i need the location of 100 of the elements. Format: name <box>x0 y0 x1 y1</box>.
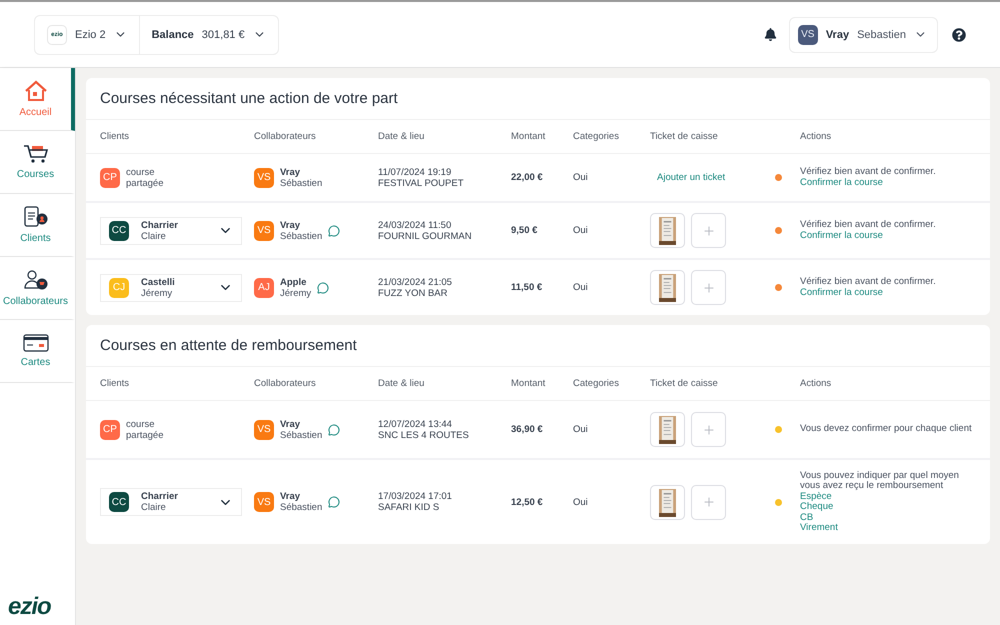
plus-icon <box>702 495 716 509</box>
ticket-thumbnail[interactable] <box>650 412 685 447</box>
categories-text: Oui <box>573 496 588 508</box>
date-text: 11/07/2024 19:19 <box>378 166 452 178</box>
person-cart-icon <box>22 269 48 291</box>
ticket-thumbnail[interactable] <box>650 484 685 520</box>
categories-text: Oui <box>573 172 588 183</box>
client-name: Charrier <box>141 220 179 230</box>
column-header: Categories <box>573 378 620 389</box>
date-text: 12/07/2024 13:44 <box>378 418 453 430</box>
client-select[interactable]: CC Charrier Claire <box>100 216 242 244</box>
date-text: 24/03/2024 11:50 <box>378 220 452 230</box>
help-icon[interactable] <box>952 28 966 42</box>
collaborator-avatar: VS <box>254 492 274 512</box>
amount-text: 36,90 € <box>511 424 543 435</box>
collaborator-first-name: Sébastien <box>280 178 322 188</box>
client-select[interactable]: CJ Castelli Jéremy <box>100 274 242 302</box>
ticket-thumbnail[interactable] <box>650 213 685 248</box>
column-header: Collaborateurs <box>254 378 317 389</box>
column-header: Ticket de caisse <box>650 378 719 389</box>
client-select[interactable]: CC Charrier Claire <box>100 488 242 516</box>
clipboard-person-icon <box>22 206 48 228</box>
column-header: Categories <box>573 131 620 142</box>
action-text: Vérifiez bien avant de confirmer. <box>800 220 937 230</box>
comment-icon[interactable] <box>328 496 340 508</box>
plus-icon <box>702 280 716 294</box>
place-text: SAFARI KID S <box>378 502 440 513</box>
client-first-name: Claire <box>141 230 167 242</box>
collaborator-name: Apple <box>280 276 308 288</box>
plus-icon <box>702 422 716 436</box>
client-avatar: CP <box>100 168 120 188</box>
action-link[interactable]: Confirmer la course <box>800 178 976 188</box>
sidebar-item[interactable]: Courses <box>0 131 75 194</box>
action-link[interactable]: Confirmer la course <box>800 230 976 241</box>
amount-text: 12,50 € <box>511 496 543 508</box>
collaborator-avatar: VS <box>254 420 274 440</box>
plus-icon <box>702 224 716 238</box>
comment-icon[interactable] <box>328 424 340 436</box>
client-avatar: CJ <box>109 278 129 298</box>
house-icon <box>24 80 48 102</box>
collaborator-name: Vray <box>280 491 302 502</box>
sidebar-item[interactable]: Accueil <box>0 68 75 131</box>
collaborator-first-name: Sébastien <box>280 430 322 440</box>
sidebar-item[interactable]: Cartes <box>0 320 75 383</box>
categories-text: Oui <box>573 282 588 293</box>
client-avatar: CC <box>109 220 129 240</box>
collaborator-name: Vray <box>280 220 302 230</box>
column-header: Clients <box>100 131 130 142</box>
action-link[interactable]: CB <box>800 512 976 523</box>
column-header: Date & lieu <box>378 131 426 142</box>
categories-text: Oui <box>573 225 588 236</box>
sidebar-item[interactable]: Collaborateurs <box>0 257 75 320</box>
credit-card-icon <box>22 334 48 352</box>
column-header: Collaborateurs <box>254 131 317 142</box>
client-name: Charrier <box>141 491 179 502</box>
client-avatar: CP <box>100 420 120 440</box>
action-link[interactable]: Virement <box>800 523 976 534</box>
action-text: Vous devez confirmer pour chaque client <box>800 424 973 435</box>
collaborator-first-name: Jéremy <box>280 288 312 298</box>
client-label: course partagée <box>126 166 164 188</box>
collaborator-name: Vray <box>280 166 302 178</box>
place-text: FOURNIL GOURMAN <box>378 230 472 242</box>
add-ticket-link[interactable]: Ajouter un ticket <box>657 172 726 183</box>
action-text: Vérifiez bien avant de confirmer. <box>800 277 937 288</box>
column-header: Actions <box>800 131 832 142</box>
client-label: course partagée <box>126 418 164 440</box>
sidebar-item[interactable]: Clients <box>0 194 75 257</box>
column-header: Actions <box>800 378 832 389</box>
action-link[interactable]: Espèce <box>800 492 976 502</box>
notification-bell-icon[interactable] <box>764 28 777 41</box>
client-name: Castelli <box>141 276 176 288</box>
collaborator-avatar: AJ <box>254 278 274 298</box>
collaborator-first-name: Sébastien <box>280 502 322 513</box>
client-avatar: CC <box>109 492 129 512</box>
categories-text: Oui <box>573 424 588 435</box>
cart-icon <box>22 144 48 164</box>
action-link[interactable]: Cheque <box>800 502 976 512</box>
collaborator-avatar: VS <box>254 220 274 240</box>
app-logo: ezio <box>7 593 52 622</box>
action-text: Vous pouvez indiquer par quel moyen vous avez reçu le remboursement <box>800 470 960 492</box>
place-text: FESTIVAL POUPET <box>378 178 464 188</box>
action-link[interactable]: Confirmer la course <box>800 288 976 298</box>
comment-icon[interactable] <box>317 282 330 294</box>
client-first-name: Claire <box>141 502 167 513</box>
column-header: Ticket de caisse <box>650 131 719 142</box>
amount-text: 22,00 € <box>511 172 543 183</box>
user-menu[interactable]: VS Vray Sebastien <box>788 16 938 52</box>
amount-text: 11,50 € <box>511 282 542 293</box>
action-text: Vérifiez bien avant de confirmer. <box>800 167 937 178</box>
collaborator-first-name: Sébastien <box>280 230 322 242</box>
date-text: 21/03/2024 21:05 <box>378 276 452 288</box>
column-header: Clients <box>100 378 130 389</box>
ticket-thumbnail[interactable] <box>650 270 685 305</box>
column-header: Montant <box>511 378 546 389</box>
section-title: Courses en attente de remboursement <box>86 325 990 367</box>
place-text: SNC LES 4 ROUTES <box>378 430 469 440</box>
place-text: FUZZ YON BAR <box>378 288 448 298</box>
amount-text: 9,50 € <box>511 225 538 236</box>
date-text: 17/03/2024 17:01 <box>378 491 452 502</box>
comment-icon[interactable] <box>328 224 340 236</box>
